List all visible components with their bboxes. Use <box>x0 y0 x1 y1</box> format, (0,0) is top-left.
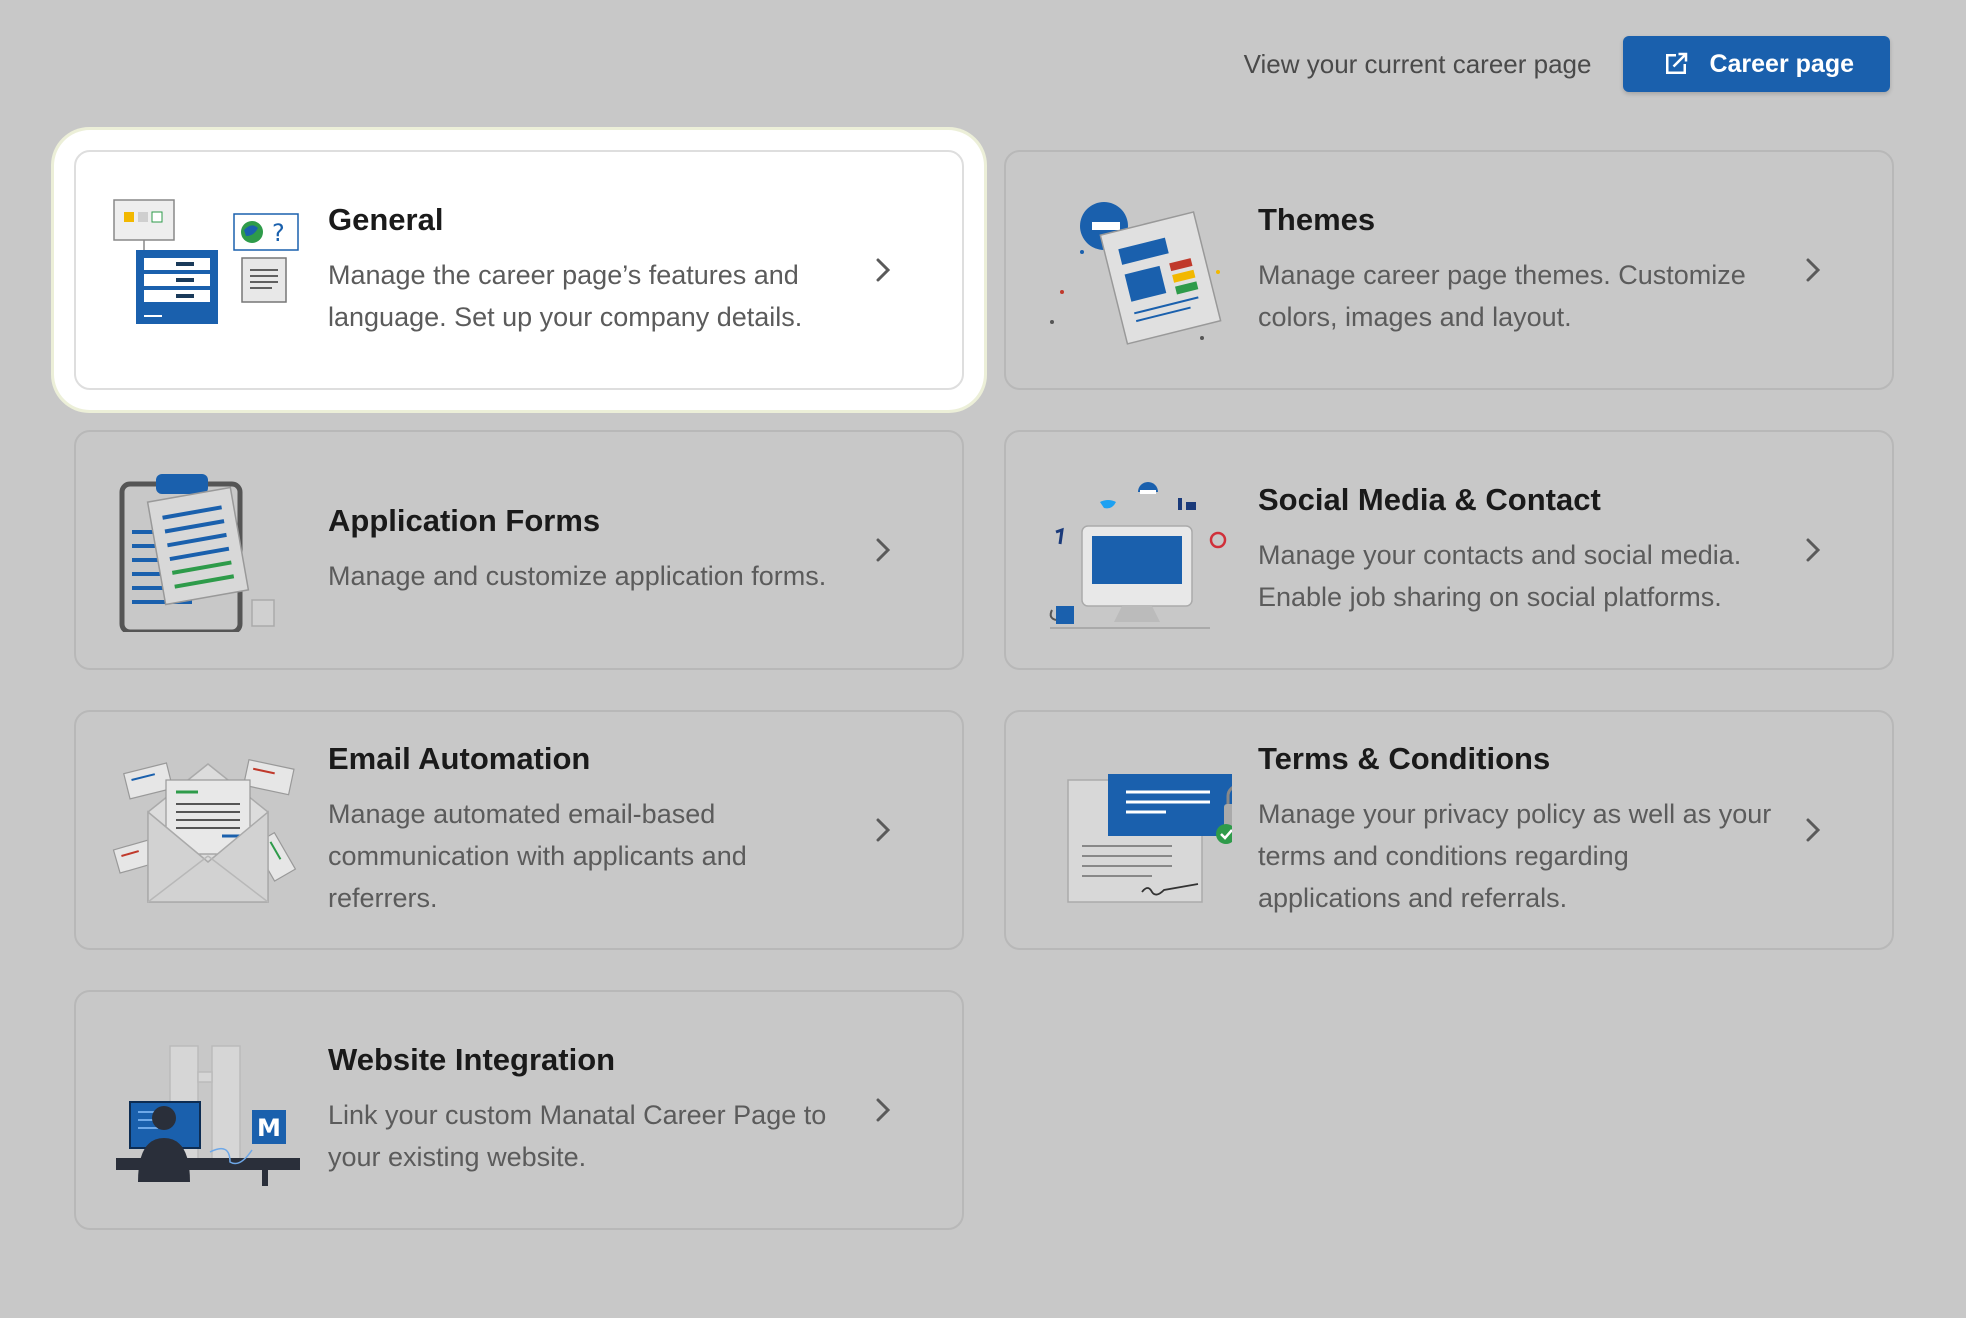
social-media-illustration-icon <box>1049 482 1227 629</box>
topbar: View your current career page Career pag… <box>1244 36 1890 92</box>
card-themes[interactable]: Themes Manage career page themes. Custom… <box>1004 150 1894 390</box>
chevron-right-icon <box>876 538 891 562</box>
card-themes-title: Themes <box>1258 202 1376 237</box>
card-email-automation[interactable]: Email Automation Manage automated email-… <box>74 710 964 950</box>
chevron-right-icon <box>1806 538 1821 562</box>
clipboard-illustration-icon <box>119 474 275 632</box>
card-email-automation-desc: Manage automated email-based communicati… <box>328 799 747 913</box>
chevron-right-icon <box>1806 818 1821 842</box>
external-link-icon <box>1666 52 1688 74</box>
card-general-desc: Manage the career page’s features and la… <box>328 260 803 332</box>
card-email-automation-title: Email Automation <box>328 741 591 776</box>
card-application-forms[interactable]: Application Forms Manage and customize a… <box>74 430 964 670</box>
terms-illustration-icon <box>1067 774 1232 903</box>
card-website-integration-title: Website Integration <box>328 1042 616 1077</box>
card-social-media-title: Social Media & Contact <box>1258 482 1601 517</box>
card-general[interactable]: ? General Manage the career page’s featu… <box>74 150 964 390</box>
help-glyph: ? <box>272 219 285 247</box>
card-application-forms-desc: Manage and customize application forms. <box>328 561 827 591</box>
chevron-right-icon <box>876 1098 891 1122</box>
card-social-media-desc: Manage your contacts and social media. E… <box>1258 540 1742 612</box>
chevron-right-icon <box>1806 258 1821 282</box>
card-email-automation-text: Email Automation Manage automated email-… <box>328 712 842 948</box>
chevron-right-icon <box>876 818 891 842</box>
career-page-button[interactable]: Career page <box>1623 36 1890 92</box>
website-integration-illustration-icon: M <box>116 1045 300 1186</box>
card-website-integration[interactable]: M Website Integration Link your custom M… <box>74 990 964 1230</box>
card-terms-conditions-desc: Manage your privacy policy as well as yo… <box>1258 799 1772 913</box>
card-themes-text: Themes Manage career page themes. Custom… <box>1258 152 1772 388</box>
email-illustration-icon <box>112 758 297 903</box>
card-terms-conditions-text: Terms & Conditions Manage your privacy p… <box>1258 712 1772 948</box>
card-general-text: General Manage the career page’s feature… <box>328 152 842 388</box>
card-application-forms-text: Application Forms Manage and customize a… <box>328 432 842 668</box>
themes-illustration-icon <box>1050 202 1222 345</box>
chevron-right-icon <box>876 258 891 282</box>
card-social-media[interactable]: Social Media & Contact Manage your conta… <box>1004 430 1894 670</box>
card-themes-desc: Manage career page themes. Customize col… <box>1258 260 1746 332</box>
card-general-title: General <box>328 202 444 237</box>
card-terms-conditions[interactable]: Terms & Conditions Manage your privacy p… <box>1004 710 1894 950</box>
career-page-button-label: Career page <box>1709 49 1854 78</box>
general-illustration-icon: ? <box>113 199 299 324</box>
card-terms-conditions-title: Terms & Conditions <box>1258 741 1551 776</box>
card-application-forms-title: Application Forms <box>328 503 601 538</box>
card-website-integration-desc: Link your custom Manatal Career Page to … <box>328 1100 827 1172</box>
manatal-logo-glyph: M <box>257 1114 281 1142</box>
card-website-integration-text: Website Integration Link your custom Man… <box>328 992 842 1228</box>
view-career-page-text: View your current career page <box>1243 48 1592 79</box>
career-page-settings: View your current career page Career pag… <box>0 0 1966 1318</box>
card-social-media-text: Social Media & Contact Manage your conta… <box>1258 432 1772 668</box>
